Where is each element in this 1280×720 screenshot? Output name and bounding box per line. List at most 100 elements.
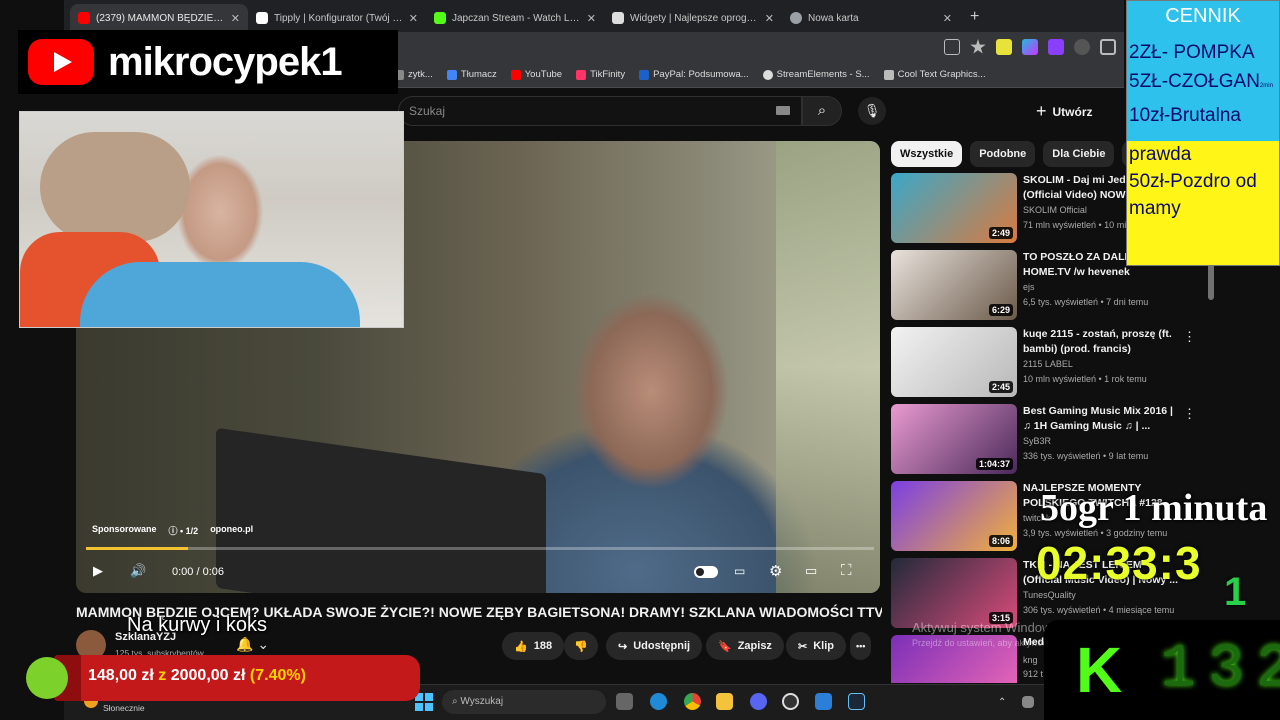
tab-youtube[interactable]: (2379) MAMMON BĘDZIE OJCE ✕ xyxy=(70,4,248,32)
kick-logo-icon: K xyxy=(1076,634,1123,706)
rec-channel: SyB3R xyxy=(1023,436,1052,446)
taskbar-search-input[interactable]: ⌕ Wyszukaj xyxy=(442,690,606,714)
bookmark-icon: 🔖 xyxy=(718,640,732,653)
video-thumbnail[interactable]: 2:45 xyxy=(891,327,1017,397)
chip-all[interactable]: Wszystkie xyxy=(891,141,963,167)
close-tab-icon[interactable]: ✕ xyxy=(943,12,952,25)
windows-activation-watermark: Aktywuj system Windows xyxy=(912,620,1058,635)
tab-new[interactable]: Nowa karta ✕ xyxy=(782,4,960,32)
search-input[interactable]: Szukaj xyxy=(398,96,802,126)
store-icon[interactable] xyxy=(815,693,832,710)
tipply-favicon-icon xyxy=(256,12,268,24)
bookmark-star-icon[interactable] xyxy=(970,39,986,54)
search-button[interactable]: ⌕ xyxy=(802,96,842,126)
chrome-icon[interactable] xyxy=(684,693,701,710)
discord-icon[interactable] xyxy=(750,693,767,710)
thumbs-up-icon: 👍 xyxy=(514,640,528,653)
rec-title: kuqe 2115 - zostań, proszę (ft. bambi) (… xyxy=(1023,328,1172,355)
close-tab-icon[interactable]: ✕ xyxy=(409,12,418,25)
bookmark-item[interactable]: TikFinity xyxy=(576,69,625,80)
clip-button[interactable]: ✂ Klip xyxy=(786,632,846,660)
bookmark-item[interactable]: YouTube xyxy=(510,69,562,80)
autoplay-toggle[interactable] xyxy=(694,566,718,578)
close-tab-icon[interactable]: ✕ xyxy=(231,12,240,25)
settings-gear-icon[interactable]: ⚙ xyxy=(769,562,782,580)
browser-tab-bar: (2379) MAMMON BĘDZIE OJCE ✕ Tipply | Kon… xyxy=(64,0,1124,32)
youtube-favicon-icon xyxy=(78,12,90,24)
bookmark-item[interactable]: StreamElements - S... xyxy=(762,69,870,80)
extension-grey-icon[interactable] xyxy=(1074,39,1090,55)
goal-joiner: z xyxy=(158,667,167,684)
edge-icon[interactable] xyxy=(650,693,667,710)
more-actions-button[interactable]: ••• xyxy=(850,632,872,660)
weather-label[interactable]: Słonecznie xyxy=(103,703,145,713)
task-view-icon[interactable] xyxy=(616,693,633,710)
tab-kick[interactable]: Japczan Stream - Watch Live on ✕ xyxy=(426,4,604,32)
keyboard-icon[interactable] xyxy=(776,106,790,115)
tray-app-icon[interactable] xyxy=(1022,696,1034,708)
ad-index: ⓘ • 1/2 xyxy=(168,526,199,536)
bookmark-item[interactable]: Tłumacz xyxy=(446,69,497,80)
tab-title: Nowa karta xyxy=(808,12,859,24)
close-tab-icon[interactable]: ✕ xyxy=(587,12,596,25)
recommendation-item[interactable]: 2:45 kuqe 2115 - zostań, proszę (ft. bam… xyxy=(891,327,1231,399)
subtitles-icon[interactable]: ▭ xyxy=(734,564,745,578)
duration-badge: 8:06 xyxy=(988,535,1013,547)
donation-goal: 148,00 zł z 2000,00 zł (7.40%) xyxy=(26,655,420,701)
goal-icon xyxy=(26,657,68,699)
price-note: 2min xyxy=(1259,83,1273,89)
file-explorer-icon[interactable] xyxy=(716,693,733,710)
price-line: 5ZŁ-CZOŁGAN2min xyxy=(1129,71,1273,92)
video-thumbnail[interactable]: 1:04:37 xyxy=(891,404,1017,474)
recommendation-item[interactable]: 1:04:37 Best Gaming Music Mix 2016 | ♫ 1… xyxy=(891,404,1231,476)
theater-mode-icon[interactable]: ▭ xyxy=(805,563,817,579)
voice-search-button[interactable]: 🎙 xyxy=(858,97,886,125)
ad-domain[interactable]: oponeo.pl xyxy=(210,524,253,537)
bookmark-item[interactable]: zytk... xyxy=(394,69,433,80)
install-icon[interactable] xyxy=(944,39,960,55)
fullscreen-icon[interactable]: ⛶ xyxy=(841,562,852,579)
goal-text: 148,00 zł z 2000,00 zł (7.40%) xyxy=(88,667,306,685)
chip-for-you[interactable]: Dla Ciebie xyxy=(1043,141,1115,167)
video-thumbnail[interactable]: 3:15 xyxy=(891,558,1017,628)
bell-icon[interactable]: 🔔 ⌄ xyxy=(236,636,269,653)
dislike-button[interactable]: 👎 xyxy=(564,632,598,660)
extension-color-icon[interactable] xyxy=(1022,39,1038,55)
goal-percent: (7.40%) xyxy=(249,667,306,684)
duration-badge: 2:49 xyxy=(988,227,1013,239)
tab-widgety[interactable]: Widgety | Najlepsze oprogramow ✕ xyxy=(604,4,782,32)
obs-icon[interactable] xyxy=(782,693,799,710)
video-thumbnail[interactable]: 6:29 xyxy=(891,250,1017,320)
save-button[interactable]: 🔖 Zapisz xyxy=(706,632,784,660)
tikfinity-icon xyxy=(576,69,587,80)
rec-meta: 6,5 tys. wyświetleń • 7 dni temu xyxy=(1023,297,1149,307)
extension-purple-icon[interactable] xyxy=(1048,39,1064,55)
extension-yellow-icon[interactable] xyxy=(996,39,1012,55)
more-vert-icon[interactable]: ⋮ xyxy=(1183,329,1196,345)
price-line: prawda xyxy=(1129,144,1192,165)
share-button[interactable]: ↪ Udostępnij xyxy=(606,632,703,660)
tab-tipply[interactable]: Tipply | Konfigurator (Twój cel) ✕ xyxy=(248,4,426,32)
plus-icon: + xyxy=(1036,101,1047,121)
widget-favicon-icon xyxy=(612,12,624,24)
bookmark-item[interactable]: PayPal: Podsumowa... xyxy=(639,69,749,80)
price-line: 2ZŁ- POMPKA xyxy=(1129,42,1255,63)
video-thumbnail[interactable]: 2:49 xyxy=(891,173,1017,243)
progress-bar[interactable] xyxy=(86,547,874,550)
bookmark-item[interactable]: Cool Text Graphics... xyxy=(883,69,986,80)
create-button[interactable]: + Utwórz xyxy=(1036,101,1093,122)
new-tab-button[interactable]: + xyxy=(960,8,989,32)
chip-related[interactable]: Podobne xyxy=(970,141,1036,167)
sidebar-scrollbar[interactable] xyxy=(1208,260,1214,300)
video-thumbnail[interactable]: 8:06 xyxy=(891,481,1017,551)
steam-icon[interactable] xyxy=(848,693,865,710)
close-tab-icon[interactable]: ✕ xyxy=(765,12,774,25)
rec-channel: TunesQuality xyxy=(1023,590,1076,600)
like-button[interactable]: 👍 188 xyxy=(502,632,565,660)
tray-chevron-icon[interactable]: ⌃ xyxy=(998,697,1008,708)
volume-icon[interactable]: 🔊 xyxy=(130,563,146,579)
play-icon[interactable]: ▶ xyxy=(93,563,103,579)
extensions-puzzle-icon[interactable] xyxy=(1100,39,1116,55)
youtube-icon xyxy=(510,69,521,80)
more-vert-icon[interactable]: ⋮ xyxy=(1183,406,1196,422)
